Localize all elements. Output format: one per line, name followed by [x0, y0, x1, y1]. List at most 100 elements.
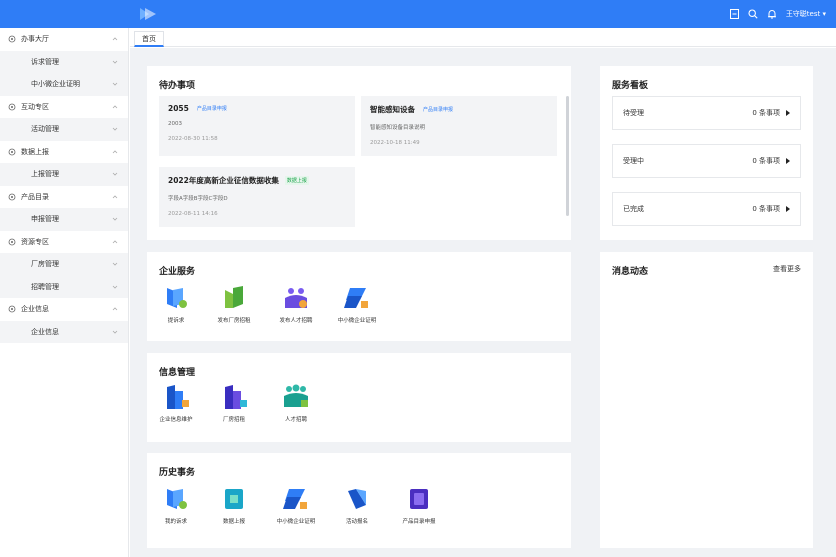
circle-dot-icon	[8, 193, 16, 201]
sidebar-item-application-management[interactable]: 申报管理	[0, 208, 128, 231]
todo-item-name: 2022年度高新企业征信数据收集	[168, 176, 279, 185]
chevron-up-icon	[112, 194, 118, 198]
chevron-down-icon	[112, 127, 118, 131]
app-label: 人才招聘	[284, 417, 307, 423]
app-label: 产品目录申报	[402, 519, 436, 525]
search-icon[interactable]	[748, 9, 759, 20]
service-board-card: 服务看板 待受理 0 条事项 受理中 0 条事项 已完成 0 条事项	[600, 66, 813, 240]
caret-right-icon	[786, 158, 790, 164]
logo-icon	[140, 8, 156, 20]
sme-certificate-icon	[283, 489, 307, 509]
circle-dot-icon	[8, 103, 16, 111]
chevron-up-icon	[112, 104, 118, 108]
sidebar-item-recruitment-management[interactable]: 招聘管理	[0, 275, 128, 298]
app-data-report-history[interactable]: 数据上报	[199, 485, 269, 525]
todo-item[interactable]: 2055 产品目录申报 2003 2022-08-30 11:58	[159, 96, 355, 156]
chevron-up-icon	[112, 37, 118, 41]
doc-icon[interactable]	[729, 9, 740, 20]
sidebar-item-label: 中小微企业证明	[31, 80, 80, 89]
tab-home[interactable]: 首页	[134, 31, 164, 47]
recruitment-icon	[285, 288, 307, 308]
activity-icon	[348, 489, 366, 509]
factory-rental-icon	[225, 385, 247, 409]
board-row-label: 受理中	[623, 157, 644, 165]
board-row-label: 已完成	[623, 205, 644, 213]
main-content: 待办事项 2055 产品目录申报 2003 2022-08-30 11:58 智…	[130, 48, 836, 557]
todo-item-desc: 2003	[168, 121, 182, 127]
sidebar-group-label: 企业信息	[21, 305, 49, 314]
chevron-down-icon	[112, 330, 118, 334]
data-report-icon	[225, 489, 243, 509]
app-product-catalog-application[interactable]: 产品目录申报	[384, 485, 454, 525]
board-row-count: 0 条事项	[752, 109, 780, 117]
history-card: 历史事务 我的诉求 数据上报 中小微企业证明 活动报名 产品目录申报	[147, 453, 571, 548]
todo-item-desc: 字段A字段B字段C字段D	[168, 196, 228, 202]
todo-item-desc: 智能感知设备目录说明	[370, 125, 426, 131]
sidebar-group-product-catalog[interactable]: 产品目录	[0, 186, 128, 209]
submit-appeal-icon	[167, 288, 187, 308]
board-row-label: 待受理	[623, 109, 644, 117]
my-appeals-icon	[167, 489, 187, 509]
todo-item-name: 2055	[168, 104, 189, 113]
tabs-bar: 首页	[130, 28, 836, 47]
caret-right-icon	[786, 110, 790, 116]
chevron-down-icon	[112, 217, 118, 221]
chevron-down-icon	[112, 285, 118, 289]
app-activity-registration[interactable]: 活动报名	[322, 485, 392, 525]
sidebar-item-enterprise-info[interactable]: 企业信息	[0, 320, 128, 343]
chevron-down-icon	[112, 60, 118, 64]
sidebar-group-resources[interactable]: 资源专区	[0, 231, 128, 254]
app-sme-certificate[interactable]: 中小微企业证明	[322, 284, 392, 324]
sidebar-group-label: 数据上报	[21, 147, 49, 156]
app-label: 发布人才招聘	[279, 318, 313, 324]
info-management-title: 信息管理	[159, 368, 196, 378]
app-talent-recruitment[interactable]: 人才招聘	[261, 383, 331, 423]
talent-icon	[284, 384, 308, 407]
top-bar: 王守聪test ▾	[0, 0, 836, 28]
messages-title: 消息动态	[612, 267, 649, 277]
sidebar-group-data-report[interactable]: 数据上报	[0, 141, 128, 164]
chevron-down-icon	[112, 82, 118, 86]
enterprise-services-title: 企业服务	[159, 267, 196, 277]
sidebar-group-interaction[interactable]: 互动专区	[0, 96, 128, 119]
app-label: 厂房招租	[222, 417, 245, 423]
todo-item[interactable]: 智能感知设备 产品目录申报 智能感知设备目录说明 2022-10-18 11:4…	[361, 96, 557, 156]
sidebar-item-sme-certificate[interactable]: 中小微企业证明	[0, 73, 128, 96]
circle-dot-icon	[8, 148, 16, 156]
todo-item-time: 2022-08-30 11:58	[168, 136, 218, 142]
sidebar-group-office-hall[interactable]: 办事大厅	[0, 28, 128, 51]
view-more-link[interactable]: 查看更多	[773, 264, 801, 274]
sidebar-group-enterprise-info[interactable]: 企业信息	[0, 298, 128, 321]
chevron-down-icon	[112, 172, 118, 176]
factory-icon	[225, 286, 243, 308]
sidebar-item-label: 上报管理	[31, 170, 59, 179]
info-management-card: 信息管理 企业信息维护 厂房招租 人才招聘	[147, 353, 571, 442]
app-factory-rental[interactable]: 厂房招租	[199, 383, 269, 423]
app-label: 活动报名	[345, 519, 368, 525]
user-menu[interactable]: 王守聪test ▾	[786, 9, 826, 19]
board-row-completed[interactable]: 已完成 0 条事项	[612, 192, 801, 226]
app-publish-factory-rental[interactable]: 发布厂房招租	[199, 284, 269, 324]
sidebar-item-activity-management[interactable]: 活动管理	[0, 118, 128, 141]
sidebar-item-label: 活动管理	[31, 125, 59, 134]
sidebar-item-label: 厂房管理	[31, 260, 59, 269]
bell-icon[interactable]	[767, 9, 778, 20]
sidebar-item-label: 招聘管理	[31, 282, 59, 291]
sidebar-group-label: 互动专区	[21, 102, 49, 111]
sidebar-item-appeal-management[interactable]: 诉求管理	[0, 50, 128, 73]
sidebar: 办事大厅 诉求管理 中小微企业证明 互动专区 活动管理 数据上报 上报管理 产品…	[0, 28, 129, 557]
sidebar-item-report-management[interactable]: 上报管理	[0, 163, 128, 186]
enterprise-services-card: 企业服务 提诉求 发布厂房招租 发布人才招聘 中小微企业证明	[147, 252, 571, 341]
todo-scrollbar[interactable]	[566, 96, 569, 216]
board-row-in-progress[interactable]: 受理中 0 条事项	[612, 144, 801, 178]
app-sme-certificate-history[interactable]: 中小微企业证明	[261, 485, 331, 525]
todo-item-tag: 产品目录申报	[196, 106, 227, 112]
top-bar-actions: 王守聪test ▾	[729, 0, 826, 28]
circle-dot-icon	[8, 305, 16, 313]
board-row-pending[interactable]: 待受理 0 条事项	[612, 96, 801, 130]
app-publish-recruitment[interactable]: 发布人才招聘	[261, 284, 331, 324]
todo-title: 待办事项	[159, 81, 196, 91]
todo-item[interactable]: 2022年度高新企业征信数据收集 数据上报 字段A字段B字段C字段D 2022-…	[159, 167, 355, 227]
sidebar-item-factory-management[interactable]: 厂房管理	[0, 253, 128, 276]
todo-item-time: 2022-10-18 11:49	[370, 140, 420, 146]
